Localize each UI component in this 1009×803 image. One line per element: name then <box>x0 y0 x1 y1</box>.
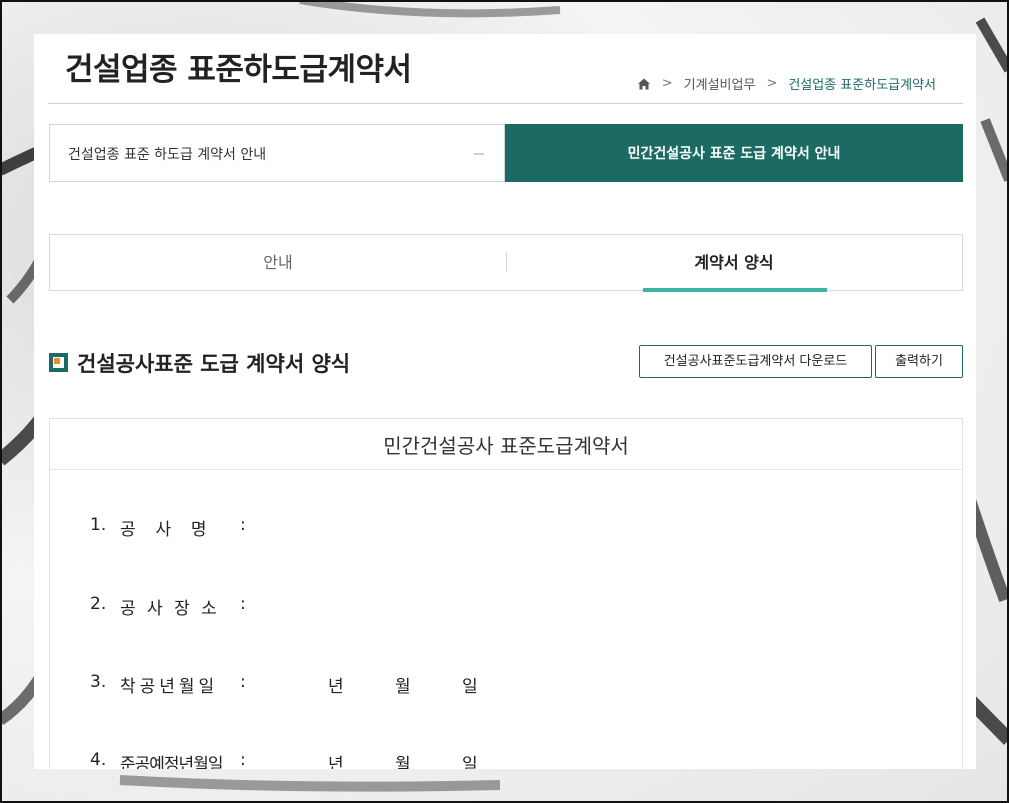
subtab-contract-form[interactable]: 계약서 양식 <box>506 235 962 292</box>
row-colon: : <box>240 594 246 614</box>
title-divider <box>48 103 963 104</box>
row-label: 공 사 장 소 <box>120 599 220 619</box>
day-label: 일 <box>462 677 478 697</box>
tab-label: 건설업종 표준 하도급 계약서 안내 <box>68 147 267 163</box>
subtab-label: 계약서 양식 <box>694 253 774 272</box>
sub-tabs: 안내 계약서 양식 <box>49 234 963 292</box>
row-number: 2. <box>90 594 107 614</box>
day-label: 일 <box>462 755 478 769</box>
row-colon: : <box>240 750 246 769</box>
row-colon: : <box>240 515 246 535</box>
breadcrumb-current[interactable]: 건설업종 표준하도급계약서 <box>788 74 936 93</box>
chevron-right-icon: > <box>766 76 778 91</box>
row-label: 준공예정년월일 <box>120 755 223 769</box>
subtab-label: 안내 <box>263 253 293 272</box>
minus-icon <box>474 153 484 155</box>
tab-private-contract-guide[interactable]: 민간건설공사 표준 도급 계약서 안내 <box>505 124 963 182</box>
top-tabs: 건설업종 표준 하도급 계약서 안내 민간건설공사 표준 도급 계약서 안내 <box>49 124 963 182</box>
document-title: 민간건설공사 표준도급계약서 <box>383 434 629 458</box>
breadcrumb-item[interactable]: 기계설비업무 <box>684 74 756 93</box>
row-colon: : <box>240 672 246 692</box>
breadcrumb: > 기계설비업무 > 건설업종 표준하도급계약서 <box>637 74 936 93</box>
contract-document: 민간건설공사 표준도급계약서 1. 공 사 명 : 2. 공 사 장 소 : 3… <box>49 418 963 769</box>
month-label: 월 <box>395 677 411 697</box>
page-title: 건설업종 표준하도급계약서 <box>65 52 412 88</box>
row-label: 착공년월일 <box>120 677 219 697</box>
home-icon[interactable] <box>637 77 651 91</box>
active-tab-indicator <box>643 288 827 292</box>
subtab-guide[interactable]: 안내 <box>50 235 506 290</box>
month-label: 월 <box>395 755 411 769</box>
document-divider <box>50 469 962 470</box>
chevron-right-icon: > <box>661 76 673 91</box>
year-label: 년 <box>328 755 344 769</box>
tab-subcontract-guide[interactable]: 건설업종 표준 하도급 계약서 안내 <box>49 124 505 182</box>
row-number: 1. <box>90 515 107 535</box>
row-label: 공 사 명 <box>120 520 210 540</box>
download-button[interactable]: 건설공사표준도급계약서 다운로드 <box>639 345 872 378</box>
print-button[interactable]: 출력하기 <box>875 345 963 378</box>
tab-divider <box>506 252 507 272</box>
row-number: 4. <box>90 750 107 769</box>
year-label: 년 <box>328 677 344 697</box>
section-square-icon <box>49 353 68 372</box>
section-title: 건설공사표준 도급 계약서 양식 <box>77 352 351 376</box>
content-panel: 건설업종 표준하도급계약서 > 기계설비업무 > 건설업종 표준하도급계약서 건… <box>34 34 976 769</box>
tab-label: 민간건설공사 표준 도급 계약서 안내 <box>627 146 841 162</box>
row-number: 3. <box>90 672 107 692</box>
